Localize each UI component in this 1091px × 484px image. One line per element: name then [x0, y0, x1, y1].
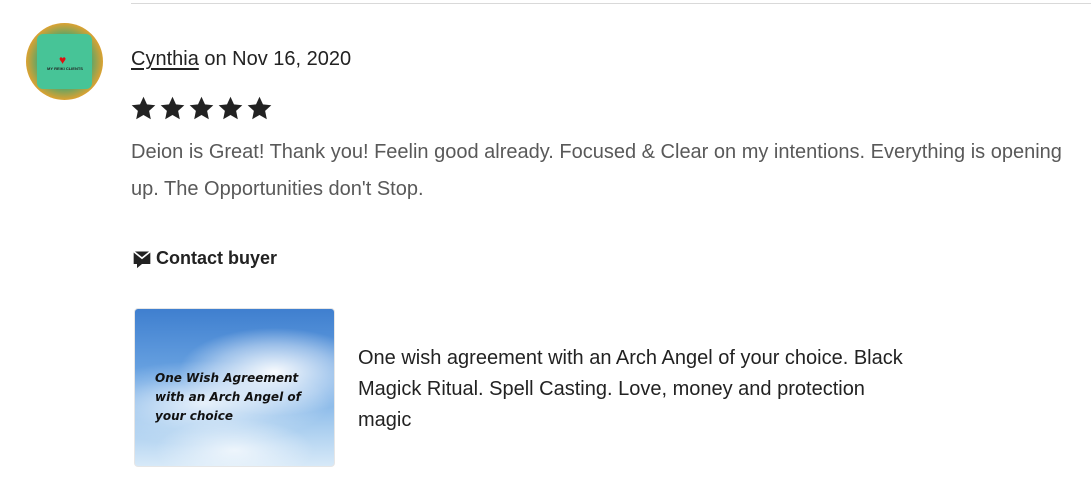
review-date: on Nov 16, 2020: [198, 48, 352, 70]
listing-thumbnail[interactable]: One Wish Agreement with an Arch Angel of…: [134, 308, 335, 467]
star-icon: [247, 96, 272, 120]
star-icon: [189, 96, 214, 120]
message-icon: [133, 250, 151, 268]
heart-icon: ♥: [59, 53, 67, 67]
contact-buyer-label: Contact buyer: [156, 248, 278, 268]
review-meta: Cynthia on Nov 16, 2020: [131, 46, 351, 72]
reviewer-name-link[interactable]: Cynthia: [131, 48, 199, 70]
star-icon: [131, 96, 156, 120]
listing-title-link[interactable]: One wish agreement with an Arch Angel of…: [358, 343, 918, 436]
star-rating: [130, 95, 273, 122]
star-icon: [160, 96, 185, 120]
top-divider: [131, 3, 1091, 4]
review-text: Deion is Great! Thank you! Feelin good a…: [131, 141, 1062, 200]
reviewer-avatar[interactable]: ♥ MY REIKI CLIENTS: [26, 23, 103, 100]
listing-image-caption: One Wish Agreement with an Arch Angel of…: [155, 371, 301, 423]
star-icon: [218, 96, 243, 120]
avatar-caption: MY REIKI CLIENTS: [47, 66, 83, 71]
contact-buyer-button[interactable]: Contact buyer: [132, 248, 277, 269]
